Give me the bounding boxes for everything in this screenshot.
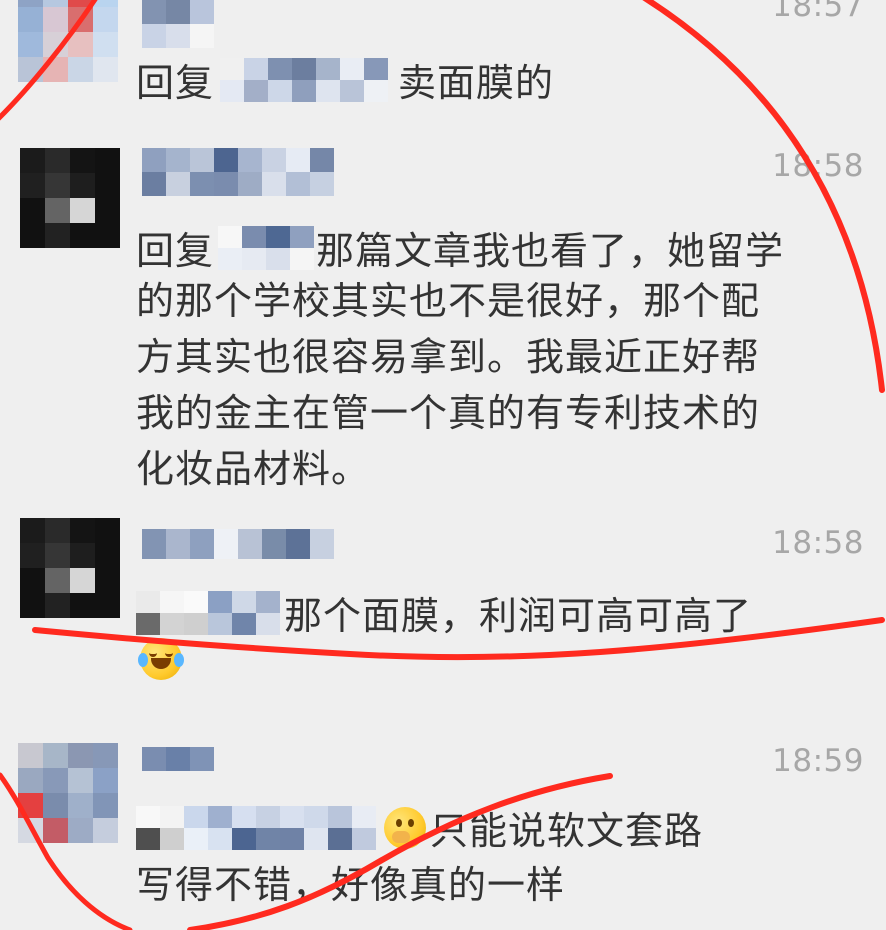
blurred-username bbox=[136, 590, 280, 635]
message-line: 的那个学校其实也不是很好，那个配 bbox=[136, 279, 761, 323]
reply-prefix: 回复 bbox=[136, 229, 215, 273]
blurred-username bbox=[136, 805, 376, 850]
sender-name-blurred bbox=[142, 0, 214, 48]
message-text: 回复 卖面膜的 bbox=[136, 52, 554, 107]
message-time: 18:59 bbox=[772, 743, 864, 779]
avatar[interactable] bbox=[18, 0, 118, 82]
reply-text: 卖面膜的 bbox=[398, 61, 555, 105]
message-item: 18:58 回复 那篇文章我也看了，她留学 的那个学校其实也不是很好，那个配 方… bbox=[0, 145, 886, 495]
thinking-face-icon bbox=[384, 806, 426, 849]
message-line: 化妆品材料。 bbox=[136, 447, 371, 491]
sender-name-blurred bbox=[142, 747, 214, 771]
message-item: 18:57 回复 卖面膜的 bbox=[0, 0, 886, 120]
message-time: 18:58 bbox=[772, 525, 864, 561]
message-line: 回复 那篇文章我也看了，她留学 bbox=[136, 220, 784, 275]
sender-name-blurred bbox=[142, 529, 334, 559]
avatar[interactable] bbox=[18, 743, 118, 843]
sender-name-blurred bbox=[142, 148, 334, 196]
chat-screenshot: 18:57 回复 卖面膜的 18:58 回复 那篇文章我也看了，她留学 的那个学… bbox=[0, 0, 886, 930]
blurred-username bbox=[220, 57, 389, 102]
message-item: 18:58 那个面膜，利润可高可高了 bbox=[0, 515, 886, 690]
message-time: 18:57 bbox=[772, 0, 864, 24]
avatar[interactable] bbox=[20, 518, 120, 618]
message-line: 写得不错，好像真的一样 bbox=[136, 863, 566, 907]
message-line-text: 那篇文章我也看了，她留学 bbox=[316, 229, 785, 273]
message-line-text: 那个面膜，利润可高可高了 bbox=[284, 594, 753, 638]
laughing-tears-icon bbox=[138, 638, 184, 680]
message-item: 18:59 只能说软文套路 写得不错，好像真的一样 bbox=[0, 735, 886, 930]
blurred-username bbox=[218, 225, 315, 270]
message-line: 只能说软文套路 bbox=[136, 800, 703, 855]
message-time: 18:58 bbox=[772, 148, 864, 184]
avatar[interactable] bbox=[20, 148, 120, 248]
message-line: 我的金主在管一个真的有专利技术的 bbox=[136, 391, 761, 435]
reply-prefix: 回复 bbox=[136, 61, 215, 105]
message-line-text: 只能说软文套路 bbox=[430, 809, 704, 853]
message-line: 那个面膜，利润可高可高了 bbox=[136, 585, 752, 640]
message-line: 方其实也很容易拿到。我最近正好帮 bbox=[136, 335, 761, 379]
